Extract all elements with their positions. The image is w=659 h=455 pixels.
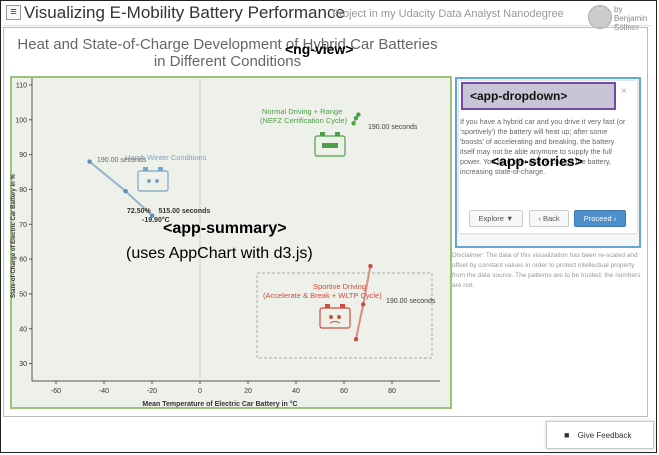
app-subtitle: Project in my Udacity Data Analyst Nanod… — [332, 8, 564, 20]
top-bar: ≡ Visualizing E-Mobility Battery Perform… — [4, 3, 651, 32]
y-tick-label: 110 — [16, 82, 27, 89]
back-label: Back — [542, 214, 560, 223]
data-point — [351, 121, 356, 126]
data-point — [361, 302, 366, 307]
y-tick-label: 50 — [19, 291, 27, 298]
point-label-sport: 190.00 seconds — [386, 298, 436, 305]
x-tick-label: 40 — [292, 388, 300, 395]
chat-icon: ■ — [564, 430, 570, 440]
data-point — [87, 159, 92, 164]
overlay-app-summary: <app-summary> — [163, 220, 287, 237]
overlay-app-stories: <app-stories> — [491, 153, 583, 169]
y-tick-label: 90 — [19, 152, 27, 159]
point-label-cold: 190.00 seconds — [97, 157, 147, 164]
x-tick-label: -20 — [147, 388, 157, 395]
filter-icon: ▼ — [506, 214, 514, 223]
y-tick-label: 80 — [19, 187, 27, 194]
x-tick-label: -60 — [51, 388, 61, 395]
battery-icon-cold — [137, 167, 169, 192]
y-tick-label: 100 — [15, 117, 27, 124]
data-point — [368, 263, 373, 269]
group-label-sport-2: (Accelerate & Break + WLTP Cycle) — [263, 291, 382, 300]
author-by: by Benjamin — [614, 5, 648, 23]
chevron-right-icon: › — [613, 214, 617, 223]
x-axis-label: Mean Temperature of Electric Car Battery… — [142, 400, 297, 408]
dropdown-label: <app-dropdown> — [470, 89, 568, 103]
y-tick-label: 30 — [19, 361, 27, 368]
chart-title-line-1: Heat and State-of-Charge Development of … — [17, 36, 438, 53]
x-tick-label: 60 — [340, 388, 348, 395]
battery-icon-sportive — [319, 304, 351, 329]
explore-label: Explore — [478, 214, 504, 223]
overlay-ng-view: <ng-view> — [285, 41, 354, 57]
point-label-normal: 190.00 seconds — [368, 124, 418, 131]
data-point — [353, 337, 359, 342]
disclaimer: Disclaimer: The data of this visualizati… — [452, 252, 641, 289]
x-tick-label: 0 — [198, 388, 202, 395]
x-tick-label: 80 — [388, 388, 396, 395]
back-button[interactable]: ‹ Back — [529, 210, 569, 227]
y-tick-label: 60 — [19, 257, 27, 264]
y-axis-label: State-of-Charge of Electric Car Battery … — [11, 173, 17, 297]
proceed-label: Proceed — [583, 214, 612, 223]
y-tick-label: 70 — [19, 222, 27, 229]
avatar — [588, 5, 612, 29]
chart-title-line-2: in Different Conditions — [153, 53, 302, 70]
group-label-sport-1: Sportive Driving — [313, 282, 366, 291]
story-dropdown[interactable]: <app-dropdown> — [461, 82, 616, 110]
feedback-label: Give Feedback — [577, 431, 632, 440]
group-label-normal-2: (NEFZ Certification Cycle) — [260, 116, 348, 125]
group-label-normal-1: Normal Driving + Range — [262, 107, 342, 116]
battery-chart: -60 -40 -20 0 20 40 60 80 30 40 50 60 70 80 90 100 110 N… — [11, 78, 440, 408]
chart-title: Heat and State-of-Charge Development of … — [5, 36, 450, 70]
x-tick-label: -40 — [99, 388, 109, 395]
data-point — [356, 112, 361, 117]
menu-icon[interactable]: ≡ — [6, 5, 21, 20]
series-line-segment — [355, 304, 365, 340]
readout-soc-time: 72.50% 515.00 seconds — [127, 208, 210, 215]
series-line-segment — [88, 160, 127, 192]
give-feedback-button[interactable]: ■ Give Feedback — [546, 421, 654, 449]
overlay-app-summary-note: (uses AppChart with d3.js) — [126, 245, 313, 262]
proceed-button[interactable]: Proceed › — [574, 210, 626, 227]
y-tick-label: 40 — [19, 326, 27, 333]
close-icon[interactable]: × — [621, 86, 627, 97]
x-tick-label: 20 — [244, 388, 252, 395]
data-point — [123, 188, 128, 194]
app-title: Visualizing E-Mobility Battery Performan… — [24, 3, 345, 22]
battery-icon-normal — [314, 132, 346, 157]
explore-button[interactable]: Explore ▼ — [469, 210, 523, 227]
